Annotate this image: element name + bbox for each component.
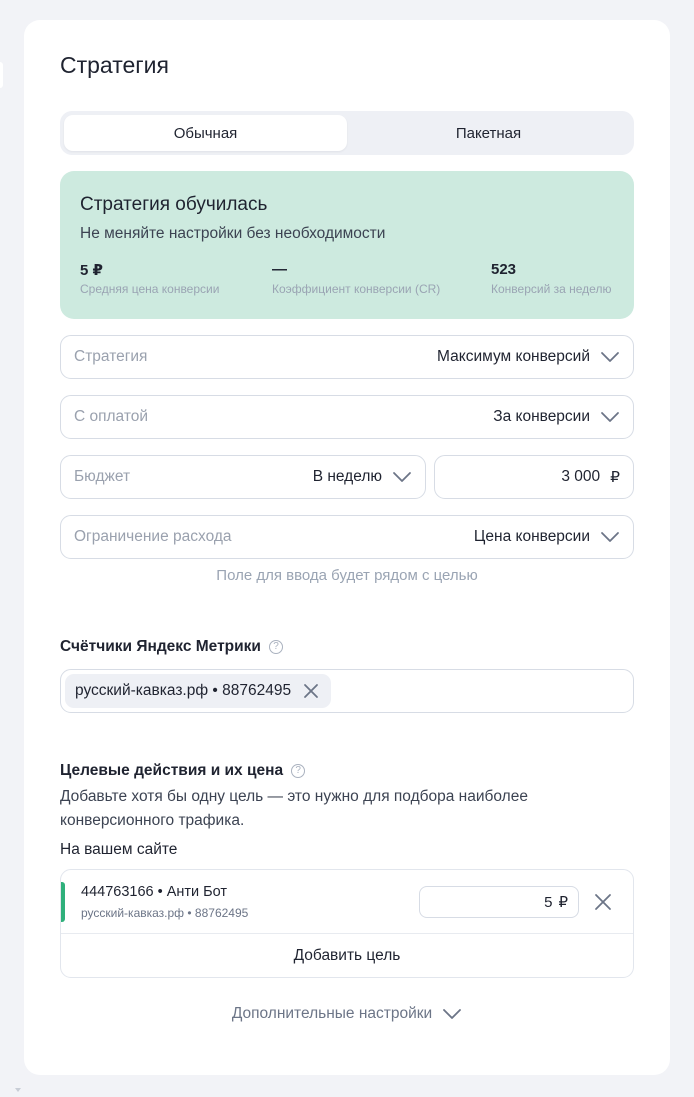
currency-symbol: ₽ bbox=[610, 468, 620, 486]
goal-item: 444763166 • Анти Бот русский-кавказ.рф •… bbox=[61, 870, 633, 934]
counter-chip-label: русский-кавказ.рф • 88762495 bbox=[75, 682, 292, 699]
limit-hint: Поле для ввода будет рядом с целью bbox=[216, 567, 478, 584]
field-label: Стратегия bbox=[74, 348, 148, 365]
field-value: За конверсии bbox=[493, 408, 590, 425]
section-title-text: Счётчики Яндекс Метрики bbox=[60, 638, 261, 655]
budget-amount-value: 3 000 bbox=[561, 468, 601, 485]
strategy-card: Стратегия Обычная Пакетная Стратегия обу… bbox=[24, 20, 670, 1075]
metrika-section-title: Счётчики Яндекс Метрики ? bbox=[60, 638, 283, 656]
tab-regular[interactable]: Обычная bbox=[64, 115, 347, 151]
stat-value: 523 bbox=[491, 261, 517, 278]
goal-price-value: 5 bbox=[544, 893, 553, 911]
strategy-select[interactable]: Стратегия Максимум конверсий bbox=[60, 335, 634, 379]
metrika-counters-field[interactable]: русский-кавказ.рф • 88762495 bbox=[60, 669, 634, 713]
goals-list: 444763166 • Анти Бот русский-кавказ.рф •… bbox=[60, 869, 634, 978]
goal-accent-bar bbox=[61, 882, 65, 922]
payment-select[interactable]: С оплатой За конверсии bbox=[60, 395, 634, 439]
goal-name: 444763166 • Анти Бот bbox=[81, 884, 228, 900]
scroll-indicator-icon bbox=[15, 1088, 21, 1092]
stat-value: — bbox=[272, 261, 287, 278]
goal-source: русский-кавказ.рф • 88762495 bbox=[81, 906, 249, 920]
close-icon[interactable] bbox=[303, 683, 319, 699]
goals-description: Добавьте хотя бы одну цель — это нужно д… bbox=[60, 788, 528, 829]
stat-label: Средняя цена конверсии bbox=[80, 282, 220, 296]
add-goal-button[interactable]: Добавить цель bbox=[61, 934, 633, 977]
status-subtitle: Не меняйте настройки без необходимости bbox=[80, 225, 386, 242]
field-value: Максимум конверсий bbox=[437, 348, 590, 365]
strategy-type-tabs: Обычная Пакетная bbox=[60, 111, 634, 155]
section-title-text: Целевые действия и их цена bbox=[60, 762, 284, 779]
chevron-down-icon bbox=[443, 1009, 462, 1019]
status-title: Стратегия обучилась bbox=[80, 194, 268, 215]
stat-avg-conversion-price: 5 ₽ Средняя цена конверсии bbox=[80, 261, 219, 296]
additional-settings-toggle[interactable]: Дополнительные настройки bbox=[60, 1005, 634, 1023]
field-value: В неделю bbox=[312, 468, 382, 485]
chevron-down-icon bbox=[601, 412, 619, 422]
counter-chip: русский-кавказ.рф • 88762495 bbox=[65, 674, 332, 708]
site-goals-label: На вашем сайте bbox=[60, 841, 178, 858]
stat-weekly-conversions: 523 Конверсий за неделю bbox=[491, 261, 611, 296]
field-label: Бюджет bbox=[74, 468, 131, 485]
stat-value: 5 ₽ bbox=[80, 262, 103, 279]
chevron-down-icon bbox=[393, 472, 411, 482]
stat-conversion-rate: — Коэффициент конверсии (CR) bbox=[272, 261, 440, 296]
page-title: Стратегия bbox=[60, 52, 169, 78]
budget-amount-input[interactable]: 3 000 ₽ bbox=[434, 455, 634, 499]
left-edge-handle bbox=[0, 62, 3, 88]
field-label: Ограничение расхода bbox=[74, 528, 232, 545]
spend-limit-select[interactable]: Ограничение расхода Цена конверсии bbox=[60, 515, 634, 559]
field-value: Цена конверсии bbox=[473, 528, 590, 545]
strategy-status-panel: Стратегия обучилась Не меняйте настройки… bbox=[60, 171, 634, 319]
budget-period-select[interactable]: Бюджет В неделю bbox=[60, 455, 426, 499]
tab-package[interactable]: Пакетная bbox=[347, 115, 630, 151]
field-label: С оплатой bbox=[74, 408, 149, 425]
goals-section-title: Целевые действия и их цена ? bbox=[60, 762, 306, 780]
close-icon[interactable] bbox=[593, 892, 613, 912]
chevron-down-icon bbox=[601, 532, 619, 542]
goal-price-input[interactable]: 5 ₽ bbox=[419, 886, 579, 918]
chevron-down-icon bbox=[601, 352, 619, 362]
help-icon[interactable]: ? bbox=[268, 640, 283, 654]
help-icon[interactable]: ? bbox=[291, 764, 306, 778]
stat-label: Коэффициент конверсии (CR) bbox=[272, 282, 441, 296]
currency-symbol: ₽ bbox=[558, 894, 568, 911]
additional-settings-label: Дополнительные настройки bbox=[231, 1005, 433, 1022]
stat-label: Конверсий за неделю bbox=[491, 282, 612, 296]
